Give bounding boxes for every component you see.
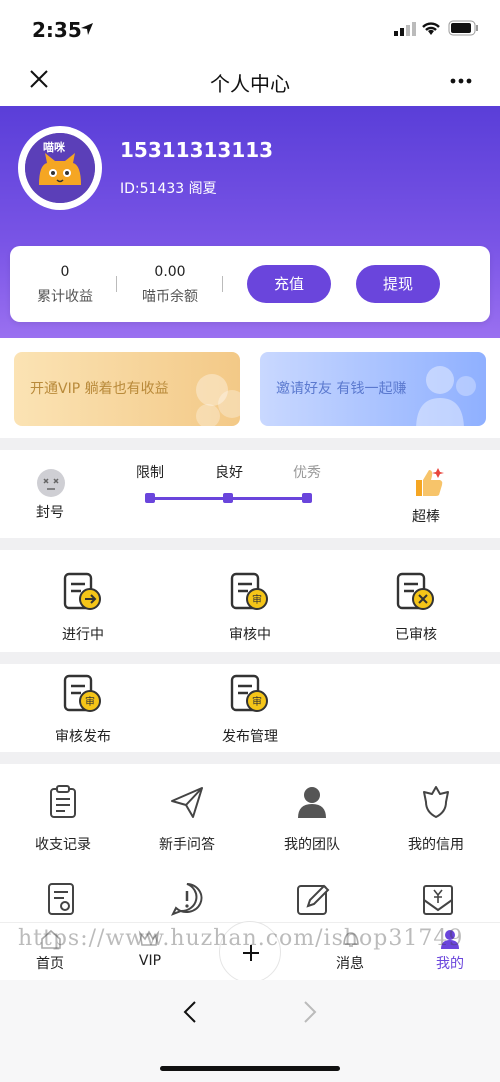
- review-publish[interactable]: 审 审核发布: [33, 672, 133, 746]
- tool-team[interactable]: 我的团队: [262, 784, 362, 854]
- stamp-text: 审: [85, 695, 95, 708]
- invite-banner-text: 邀请好友 有钱一起赚: [276, 381, 407, 397]
- publish-label: 发布管理: [222, 729, 278, 745]
- section-divider: [0, 438, 500, 450]
- wifi-icon: [422, 22, 440, 35]
- withdraw-button[interactable]: 提现: [356, 265, 440, 303]
- nav-bar: 个人中心: [0, 58, 500, 106]
- tab-mine[interactable]: 我的: [410, 953, 490, 973]
- stamp-text: 审: [252, 695, 262, 708]
- page-title: 个人中心: [210, 72, 290, 96]
- avatar[interactable]: 喵咪: [18, 126, 102, 210]
- publish-label: 审核发布: [55, 729, 111, 745]
- task-label: 已审核: [395, 627, 437, 643]
- user-id: ID:51433 阁夏: [120, 181, 217, 197]
- level-dot: [223, 493, 233, 503]
- user-phone: 15311313113: [120, 138, 274, 162]
- recharge-button[interactable]: 充值: [247, 265, 331, 303]
- people-decor-icon: [416, 366, 476, 426]
- tool-transactions[interactable]: 收支记录: [13, 784, 113, 854]
- tab-messages[interactable]: 消息: [310, 953, 390, 973]
- credit-level: 封号 限制 良好 优秀 超棒: [0, 452, 500, 538]
- level-good: 良好: [215, 465, 243, 481]
- tool-label: 新手问答: [159, 837, 215, 853]
- task-reviewed[interactable]: 已审核: [366, 570, 466, 644]
- signal-icon: [394, 22, 416, 36]
- exclamation-bubble-icon[interactable]: [170, 882, 204, 916]
- forward-arrow-icon[interactable]: [302, 1000, 318, 1024]
- document-stamp-icon: 审: [63, 674, 101, 712]
- tool-credit[interactable]: 我的信用: [386, 784, 486, 854]
- certificate-icon[interactable]: [46, 882, 78, 918]
- battery-icon: [448, 20, 478, 36]
- earnings-label: 累计收益: [37, 289, 93, 305]
- balance-label: 喵币余额: [142, 289, 198, 305]
- section-divider: [0, 538, 500, 550]
- document-x-icon: [396, 572, 434, 610]
- more-icon[interactable]: [450, 78, 472, 84]
- balance-value: 0.00: [154, 264, 186, 280]
- task-in-progress[interactable]: 进行中: [33, 570, 133, 644]
- home-indicator: [160, 1066, 340, 1071]
- document-stamp-icon: 审: [230, 572, 268, 610]
- status-bar: 2:35: [0, 0, 500, 58]
- right-level-label: 超棒: [412, 509, 440, 525]
- tab-home[interactable]: 首页: [10, 953, 90, 973]
- watermark: https://www.huzhan.com/ishop31749: [18, 926, 464, 951]
- thumbs-up-icon: [416, 468, 444, 496]
- task-label: 审核中: [229, 627, 271, 643]
- divider: [222, 276, 223, 292]
- level-excellent: 优秀: [293, 465, 321, 481]
- tool-label: 我的团队: [284, 837, 340, 853]
- divider: [116, 276, 117, 292]
- publish-management[interactable]: 审 发布管理: [200, 672, 300, 746]
- money-envelope-icon[interactable]: [420, 882, 456, 918]
- wallet-card: 0 累计收益 0.00 喵币余额 充值 提现: [10, 246, 490, 322]
- tool-label: 收支记录: [35, 837, 91, 853]
- banned-face-icon: [37, 469, 65, 497]
- status-time: 2:35: [32, 18, 82, 42]
- team-icon: [298, 787, 326, 818]
- shield-flower-icon: [423, 786, 449, 818]
- edit-icon[interactable]: [296, 882, 330, 916]
- task-label: 进行中: [62, 627, 104, 643]
- clipboard-icon: [50, 785, 76, 818]
- tab-vip[interactable]: VIP: [110, 953, 190, 969]
- section-divider: [0, 652, 500, 664]
- task-under-review[interactable]: 审 审核中: [200, 570, 300, 644]
- document-stamp-icon: 审: [230, 674, 268, 712]
- left-level-label: 封号: [36, 505, 64, 521]
- section-divider: [0, 752, 500, 764]
- paper-plane-icon: [171, 787, 203, 818]
- tool-label: 我的信用: [408, 837, 464, 853]
- document-arrow-icon: [63, 572, 101, 610]
- avatar-image: 喵咪: [25, 133, 95, 203]
- vip-banner[interactable]: 开通VIP 躺着也有收益: [14, 352, 240, 426]
- puzzle-decor-icon: [196, 374, 240, 426]
- back-arrow-icon[interactable]: [182, 1000, 198, 1024]
- invite-banner[interactable]: 邀请好友 有钱一起赚: [260, 352, 486, 426]
- avatar-text: 喵咪: [43, 141, 65, 154]
- level-limit: 限制: [136, 465, 164, 481]
- level-dot: [145, 493, 155, 503]
- location-arrow-icon: [81, 23, 93, 35]
- earnings-value: 0: [60, 264, 70, 280]
- vip-banner-text: 开通VIP 躺着也有收益: [30, 381, 169, 397]
- tool-faq[interactable]: 新手问答: [137, 784, 237, 854]
- stamp-text: 审: [252, 593, 262, 606]
- level-dot: [302, 493, 312, 503]
